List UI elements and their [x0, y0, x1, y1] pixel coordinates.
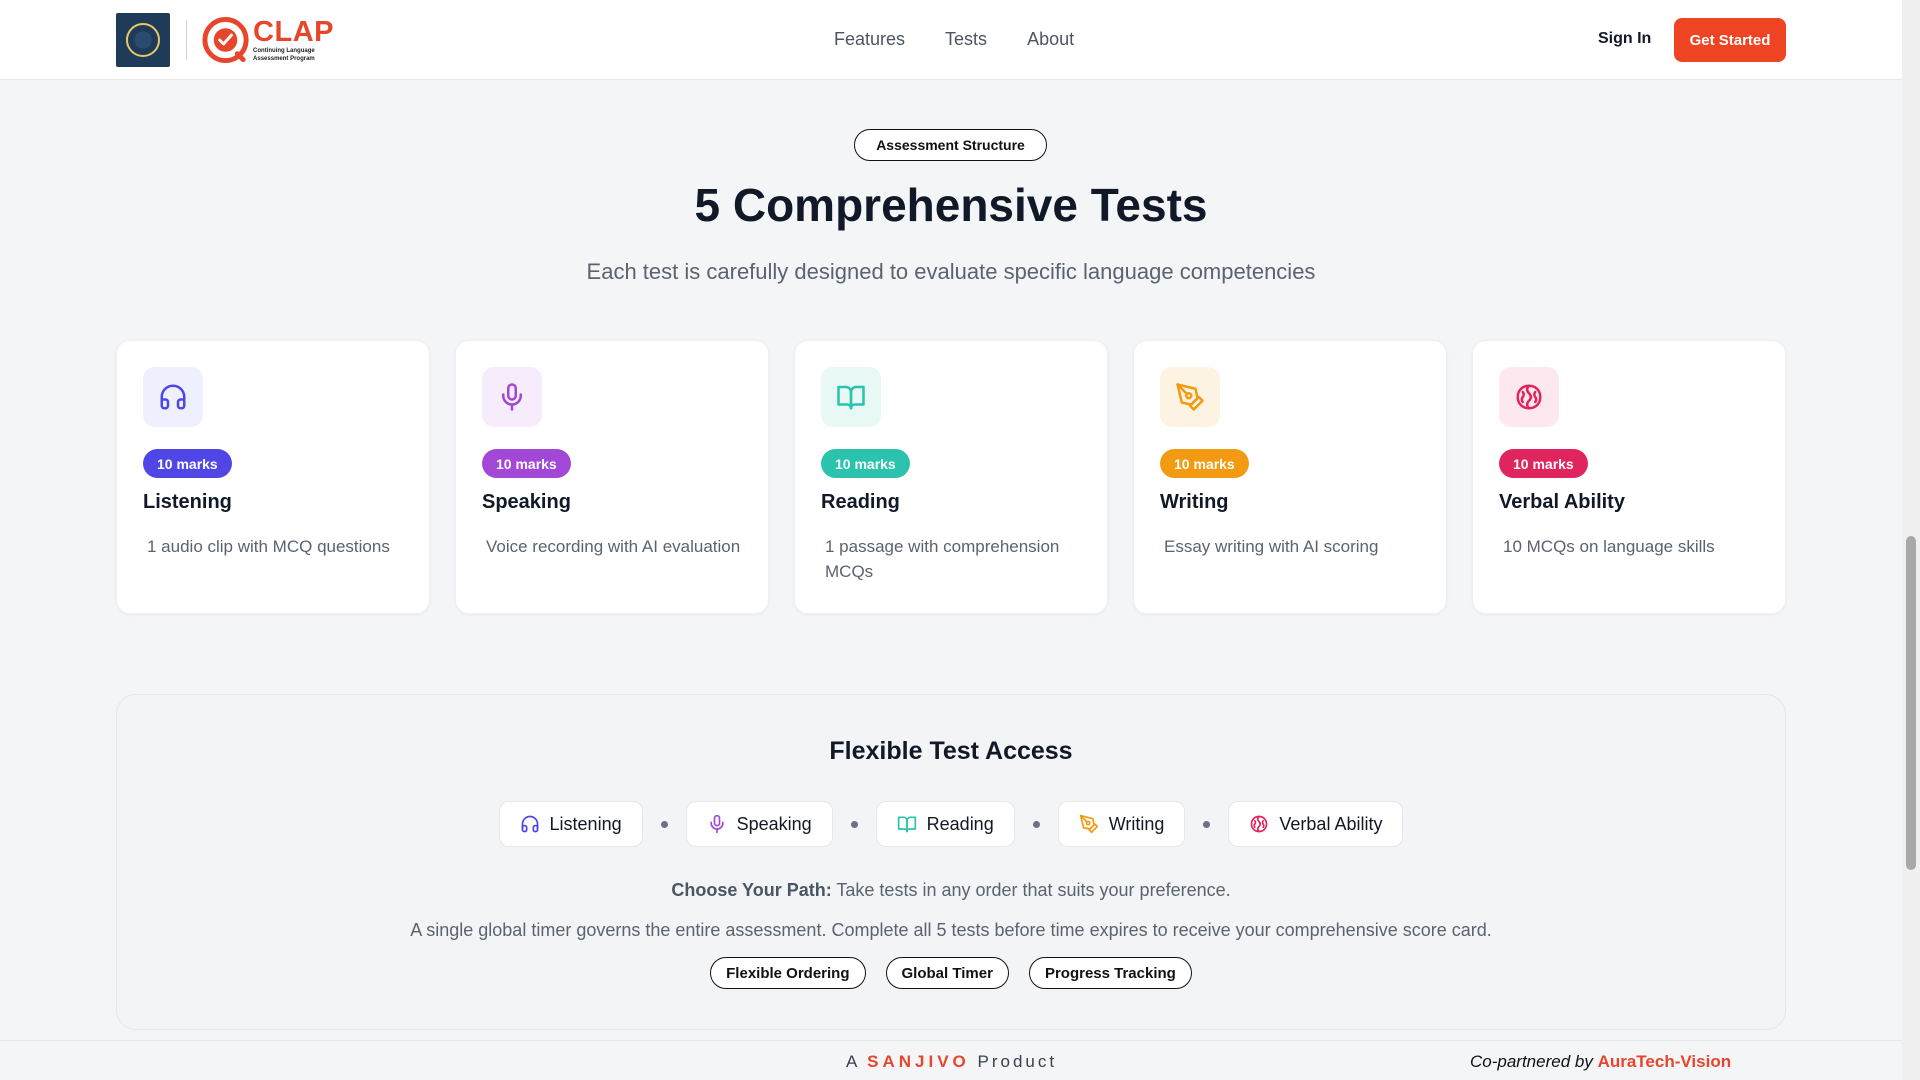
chip-label: Listening: [549, 813, 622, 834]
marks-badge: 10 marks: [143, 449, 232, 478]
clap-logo-word: CLAP: [253, 15, 334, 48]
footer-product-prefix: A: [846, 1052, 860, 1071]
test-card-speaking[interactable]: 10 marks Speaking Voice recording with A…: [455, 340, 769, 614]
card-title: Reading: [821, 491, 900, 513]
marks-badge: 10 marks: [821, 449, 910, 478]
top-header: CLAP Continuing Language Assessment Prog…: [0, 0, 1902, 80]
marks-badge: 10 marks: [1160, 449, 1249, 478]
institution-emblem-logo[interactable]: [116, 13, 170, 67]
section-title: 5 Comprehensive Tests: [694, 179, 1208, 231]
marks-badge: 10 marks: [1499, 449, 1588, 478]
chip-label: Writing: [1108, 813, 1165, 834]
microphone-icon: [482, 367, 542, 427]
chip-speaking[interactable]: Speaking: [685, 801, 833, 847]
test-card-verbal-ability[interactable]: 10 marks Verbal Ability 10 MCQs on langu…: [1472, 340, 1786, 614]
flexible-access-panel: Flexible Test Access Listening Speaking …: [116, 694, 1786, 1030]
test-card-writing[interactable]: 10 marks Writing Essay writing with AI s…: [1133, 340, 1447, 614]
card-description: 1 passage with comprehension MCQs: [825, 537, 1060, 581]
card-title: Listening: [143, 491, 232, 513]
emblem-seal-icon: [126, 23, 160, 57]
nav-link-features[interactable]: Features: [834, 29, 905, 50]
pen-tool-icon: [1079, 814, 1098, 834]
card-description: Essay writing with AI scoring: [1164, 537, 1379, 556]
section-pill: Assessment Structure: [854, 129, 1047, 161]
section-subtitle: Each test is carefully designed to evalu…: [586, 259, 1316, 284]
headphones-icon: [521, 815, 538, 833]
scrollbar-thumb[interactable]: [1906, 536, 1916, 870]
separator-dot: [1203, 820, 1211, 828]
footer-product-suffix: Product: [977, 1052, 1058, 1071]
footer-product-brand[interactable]: SANJIVO: [867, 1052, 970, 1071]
footer-partner-brand[interactable]: AuraTech-Vision: [1598, 1052, 1732, 1071]
card-description: 1 audio clip with MCQ questions: [147, 537, 390, 556]
footer-partner-credit: Co-partnered by AuraTech-Vision: [1470, 1052, 1731, 1072]
tag-global-timer: Global Timer: [885, 957, 1009, 989]
clap-logo[interactable]: CLAP Continuing Language Assessment Prog…: [202, 16, 334, 64]
book-icon: [821, 367, 881, 427]
chip-writing[interactable]: Writing: [1057, 801, 1186, 847]
brain-icon: [1499, 367, 1559, 427]
card-title: Speaking: [482, 491, 571, 513]
microphone-icon: [709, 814, 724, 834]
chip-reading[interactable]: Reading: [875, 801, 1015, 847]
sign-in-link[interactable]: Sign In: [1598, 30, 1651, 48]
brain-icon: [1251, 815, 1268, 833]
get-started-button[interactable]: Get Started: [1674, 18, 1786, 62]
choose-path-body: Take tests in any order that suits your …: [831, 880, 1231, 900]
card-title: Writing: [1160, 491, 1229, 513]
clap-check-icon: [202, 16, 249, 64]
chip-label: Reading: [926, 813, 994, 834]
clap-logo-subtitle-1: Continuing Language: [253, 47, 315, 54]
separator-dot: [660, 820, 668, 828]
book-icon: [897, 816, 916, 833]
chip-label: Verbal Ability: [1279, 813, 1383, 834]
separator-dot: [1032, 820, 1040, 828]
footer-partner-prefix: Co-partnered by: [1470, 1052, 1593, 1071]
footer: A SANJIVO Product Co-partnered by AuraTe…: [0, 1040, 1902, 1080]
test-card-reading[interactable]: 10 marks Reading 1 passage with comprehe…: [794, 340, 1108, 614]
headphones-icon: [143, 367, 203, 427]
logo-divider: [186, 20, 187, 60]
feature-tags: Flexible Ordering Global Timer Progress …: [117, 957, 1785, 989]
choose-path-label: Choose Your Path:: [671, 880, 832, 900]
footer-product-credit: A SANJIVO Product: [846, 1052, 1057, 1072]
nav-link-tests[interactable]: Tests: [945, 29, 987, 50]
panel-title: Flexible Test Access: [829, 737, 1073, 765]
chip-label: Speaking: [736, 813, 812, 834]
marks-badge: 10 marks: [482, 449, 571, 478]
choose-path-text: Choose Your Path: Take tests in any orde…: [117, 880, 1785, 901]
chip-listening[interactable]: Listening: [498, 801, 643, 847]
separator-dot: [850, 820, 858, 828]
card-description: 10 MCQs on language skills: [1503, 537, 1715, 556]
clap-logo-subtitle-2: Assessment Program: [253, 55, 315, 62]
nav-link-about[interactable]: About: [1027, 29, 1074, 50]
test-card-listening[interactable]: 10 marks Listening 1 audio clip with MCQ…: [116, 340, 430, 614]
tag-flexible-ordering: Flexible Ordering: [710, 957, 866, 989]
card-title: Verbal Ability: [1499, 491, 1625, 513]
main-nav: Features Tests About: [834, 29, 1074, 50]
global-timer-text: A single global timer governs the entire…: [410, 920, 1492, 940]
test-chip-row: Listening Speaking Reading Writing Verba…: [117, 801, 1785, 847]
pen-tool-icon: [1160, 367, 1220, 427]
tag-progress-tracking: Progress Tracking: [1028, 957, 1192, 989]
card-description: Voice recording with AI evaluation: [486, 537, 741, 556]
chip-verbal-ability[interactable]: Verbal Ability: [1228, 801, 1404, 847]
